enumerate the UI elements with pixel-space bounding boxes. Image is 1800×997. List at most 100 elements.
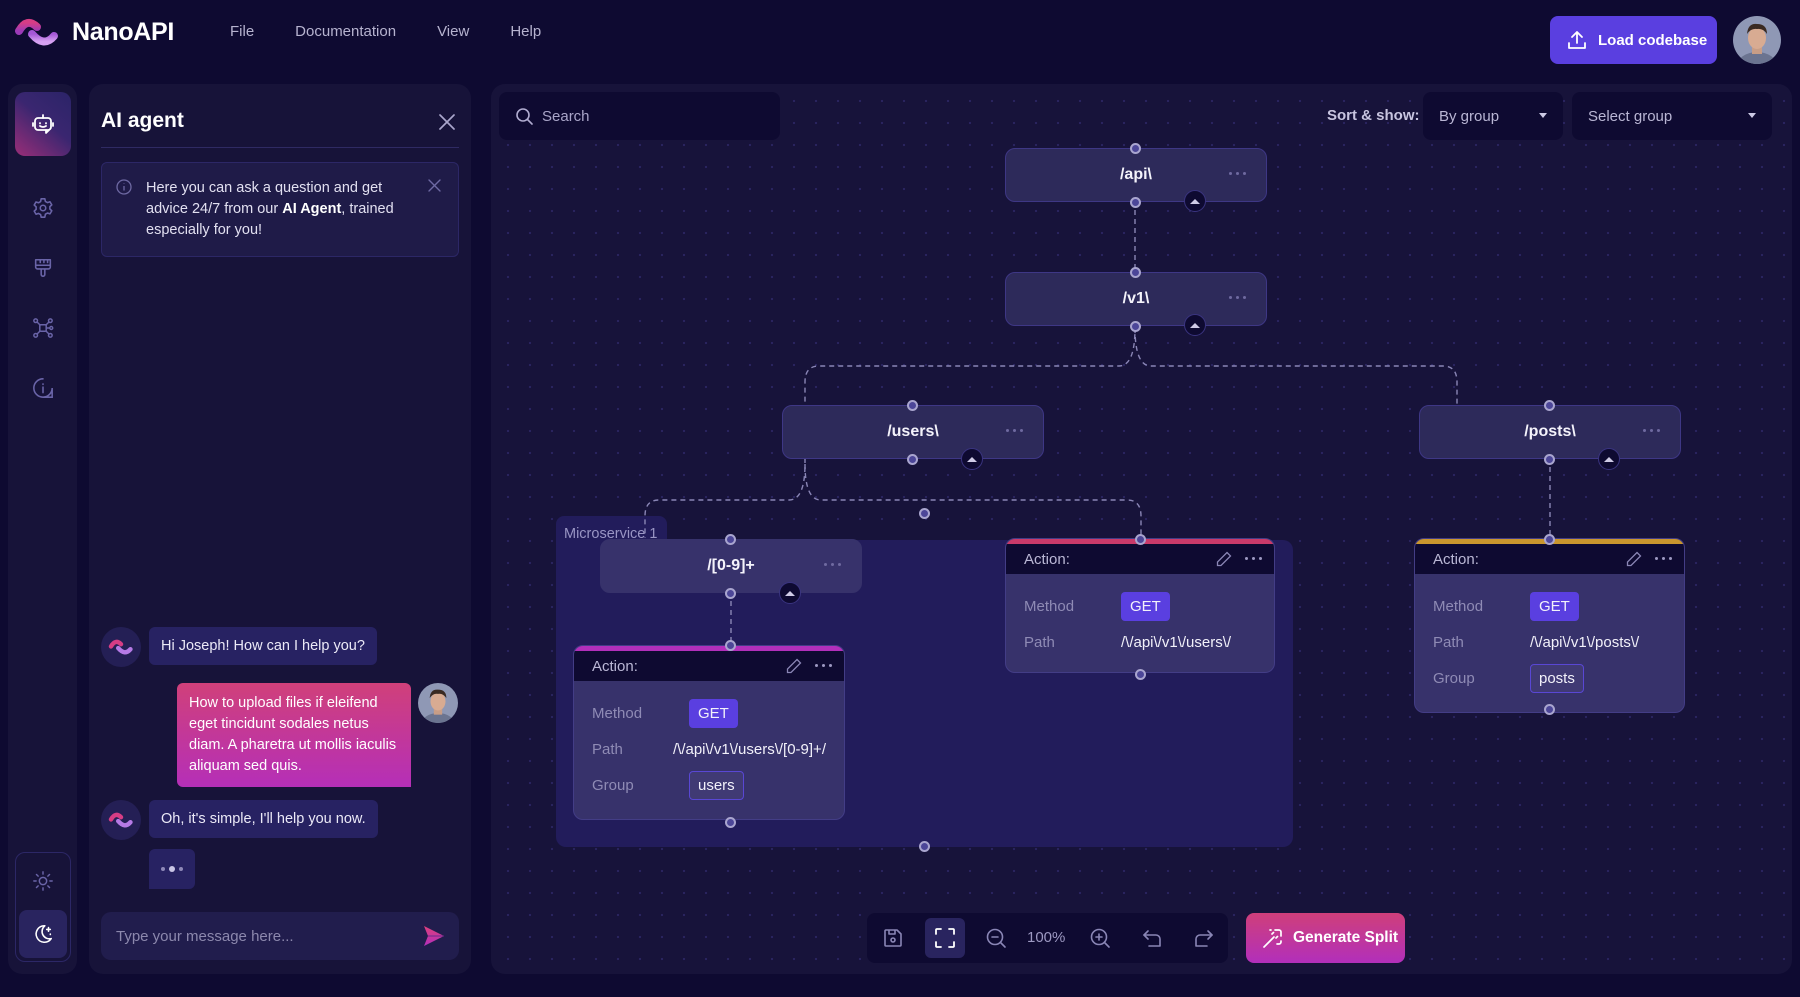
edit-icon[interactable]: [1626, 551, 1642, 567]
edge-users-id: [644, 458, 806, 538]
connection-handle[interactable]: [1544, 534, 1555, 545]
load-codebase-label: Load codebase: [1598, 31, 1708, 49]
more-icon[interactable]: [824, 563, 841, 566]
card-header: Action:: [574, 651, 844, 681]
group-handle[interactable]: [919, 841, 930, 852]
dismiss-banner-icon[interactable]: [428, 179, 441, 192]
connection-handle[interactable]: [1130, 197, 1141, 208]
typing-indicator: [149, 849, 195, 889]
rail-item-ai-agent[interactable]: [15, 92, 71, 156]
more-icon[interactable]: [1229, 172, 1246, 175]
sun-icon: [33, 871, 53, 891]
moon-icon: [35, 924, 53, 943]
generate-split-button[interactable]: Generate Split: [1246, 913, 1405, 963]
group-label: Group: [592, 776, 634, 794]
menu-file[interactable]: File: [230, 23, 254, 40]
menu-documentation[interactable]: Documentation: [295, 23, 396, 40]
node-id[interactable]: /[0-9]+: [600, 539, 862, 593]
user-avatar[interactable]: [1733, 16, 1781, 64]
connection-handle[interactable]: [1135, 534, 1146, 545]
path-value: /\/api\/v1\/users\/[0-9]+/: [673, 740, 826, 758]
zoom-out-button[interactable]: [976, 918, 1016, 958]
user-photo-icon: [1733, 16, 1781, 64]
card-title: Action:: [1024, 551, 1070, 568]
node-label: /posts\: [1524, 423, 1576, 440]
node-api[interactable]: /api\: [1005, 148, 1267, 202]
rail-item-graph[interactable]: [15, 300, 71, 356]
collapse-toggle-icon[interactable]: [1184, 314, 1206, 336]
connection-handle[interactable]: [1544, 400, 1555, 411]
more-icon[interactable]: [1655, 557, 1672, 560]
zoom-out-icon: [986, 928, 1006, 948]
light-theme-button[interactable]: [19, 857, 67, 905]
path-value: /\/api\/v1\/posts\/: [1530, 633, 1640, 651]
more-icon[interactable]: [1229, 296, 1246, 299]
path-label: Path: [1433, 633, 1464, 651]
more-icon[interactable]: [1245, 557, 1262, 560]
redo-button[interactable]: [1184, 918, 1224, 958]
info-circle-icon: [116, 179, 132, 195]
dark-theme-button[interactable]: [19, 910, 67, 958]
path-value: /\/api\/v1\/users\/: [1121, 633, 1232, 651]
edge-users-action: [804, 463, 1142, 538]
divider: [101, 147, 459, 148]
more-icon[interactable]: [1643, 429, 1660, 432]
collapse-toggle-icon[interactable]: [779, 582, 801, 604]
menu-help[interactable]: Help: [510, 23, 541, 40]
nanoapi-logo-icon: [15, 18, 58, 46]
connection-handle[interactable]: [1544, 704, 1555, 715]
connection-handle[interactable]: [1130, 267, 1141, 278]
connection-handle[interactable]: [907, 454, 918, 465]
connection-handle[interactable]: [725, 640, 736, 651]
collapse-toggle-icon[interactable]: [961, 448, 983, 470]
undo-button[interactable]: [1132, 918, 1172, 958]
save-button[interactable]: [873, 918, 913, 958]
zoom-in-button[interactable]: [1080, 918, 1120, 958]
connection-handle[interactable]: [1130, 143, 1141, 154]
node-label: /users\: [887, 423, 939, 440]
group-label: Group: [1433, 669, 1475, 687]
action-card-users[interactable]: Action: Method GET Path /\/api\/v1\/users\…: [1005, 538, 1275, 673]
bot-message: Oh, it's simple, I'll help you now.: [149, 800, 378, 838]
fit-view-button[interactable]: [925, 918, 965, 958]
collapse-toggle-icon[interactable]: [1598, 448, 1620, 470]
edit-icon[interactable]: [1216, 551, 1232, 567]
graph-canvas[interactable]: Sort & show: By group Select group Micro…: [491, 84, 1792, 974]
rail-item-theme[interactable]: [15, 240, 71, 296]
nanoapi-logo-icon: [108, 812, 133, 828]
connection-handle[interactable]: [907, 400, 918, 411]
message-input[interactable]: [116, 927, 416, 945]
more-icon[interactable]: [815, 664, 832, 667]
node-label: /api\: [1119, 166, 1152, 183]
rail-item-settings[interactable]: [15, 180, 71, 236]
panel-title: AI agent: [101, 109, 184, 132]
collapse-toggle-icon[interactable]: [1184, 190, 1206, 212]
node-v1[interactable]: /v1\: [1005, 272, 1267, 326]
card-header: Action:: [1006, 544, 1274, 574]
connection-handle[interactable]: [1135, 669, 1146, 680]
group-badge[interactable]: posts: [1530, 663, 1584, 693]
rail-item-info[interactable]: [15, 360, 71, 416]
action-card-users-id[interactable]: Action: Method GET Path /\/api\/v1\/users\…: [573, 645, 845, 820]
connection-handle[interactable]: [725, 534, 736, 545]
close-panel-icon[interactable]: [437, 112, 457, 132]
connection-handle[interactable]: [1130, 321, 1141, 332]
brand-name: NanoAPI: [72, 18, 175, 46]
upload-icon: [1568, 31, 1586, 49]
save-icon: [884, 929, 902, 947]
menu-view[interactable]: View: [437, 23, 469, 40]
main-menu: File Documentation View Help: [230, 23, 541, 40]
connection-handle[interactable]: [725, 817, 736, 828]
more-icon[interactable]: [1006, 429, 1023, 432]
node-posts[interactable]: /posts\: [1419, 405, 1681, 459]
connection-handle[interactable]: [1544, 454, 1555, 465]
canvas-toolbar: 100%: [867, 913, 1228, 963]
edit-icon[interactable]: [786, 658, 802, 674]
node-users[interactable]: /users\: [782, 405, 1044, 459]
connection-handle[interactable]: [725, 588, 736, 599]
send-icon[interactable]: [423, 925, 445, 947]
load-codebase-button[interactable]: Load codebase: [1550, 16, 1717, 64]
action-card-posts[interactable]: Action: Method GET Path /\/api\/v1\/posts\…: [1414, 538, 1685, 713]
group-badge[interactable]: users: [689, 770, 744, 800]
group-handle[interactable]: [919, 508, 930, 519]
